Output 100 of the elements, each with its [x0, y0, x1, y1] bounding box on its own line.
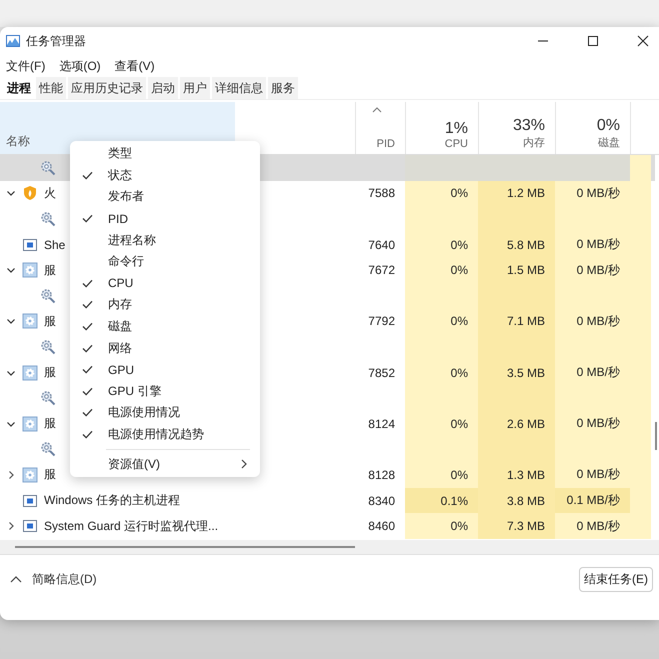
table-cell-text: 8124: [367, 416, 396, 433]
gear-icon: [22, 416, 38, 432]
chevron-right-icon[interactable]: [6, 470, 16, 480]
chevron-down-icon[interactable]: [6, 316, 16, 326]
details-toggle[interactable]: 简略信息(D): [6, 570, 101, 588]
tab[interactable]: 启动: [148, 77, 178, 99]
table-cell: 1.2 MB: [478, 180, 555, 206]
process-name: 服: [44, 415, 56, 432]
menu-item[interactable]: 电源使用情况趋势: [70, 424, 260, 446]
chevron-right-icon[interactable]: [6, 521, 16, 532]
column-header[interactable]: 33% 内存: [478, 102, 555, 154]
menu-item[interactable]: 内存: [70, 294, 260, 316]
menu-item[interactable]: CPU: [70, 272, 260, 294]
tab[interactable]: 用户: [180, 77, 210, 99]
gear-icon: [22, 262, 38, 278]
gear-magnifier-icon: [40, 390, 56, 406]
menu-item[interactable]: 磁盘: [70, 316, 260, 338]
process-name: 火: [44, 184, 56, 202]
table-cell: 0 MB/秒: [555, 232, 630, 258]
table-cell-text: 7792: [367, 313, 396, 330]
gear-magnifier-icon: [40, 210, 56, 227]
table-cell: 0.1 MB/秒: [555, 488, 630, 514]
table-cell: 0 MB/秒: [555, 462, 630, 488]
process-name: 服: [44, 466, 56, 484]
tab[interactable]: 应用历史记录: [68, 77, 146, 99]
table-cell-text: 7672: [367, 262, 396, 280]
tab[interactable]: 服务: [268, 77, 298, 99]
process-name: 服: [44, 312, 56, 330]
table-cell-text: 7640: [367, 236, 396, 254]
table-cell: 0 MB/秒: [555, 308, 630, 334]
gear-magnifier-icon: [40, 160, 56, 176]
table-cell: 0%: [405, 180, 478, 206]
chevron-up-icon: [10, 575, 22, 583]
close-icon[interactable]: [637, 35, 649, 47]
table-cell: 0 MB/秒: [555, 360, 630, 386]
table-cell: 0.1%: [405, 488, 478, 514]
menu-item[interactable]: 电源使用情况: [70, 402, 260, 424]
chart-icon: [6, 35, 20, 47]
table-cell-text: 8460: [367, 518, 396, 536]
column-header[interactable]: PID: [355, 102, 405, 154]
process-name: 服: [44, 262, 56, 279]
maximize-icon[interactable]: [587, 35, 599, 47]
table-cell: [630, 155, 651, 181]
table-cell: 3.8 MB: [478, 488, 555, 514]
table-cell: 0%: [405, 308, 478, 334]
menu-item[interactable]: 网络: [70, 337, 260, 359]
menu-item[interactable]: 命令行: [70, 250, 260, 273]
process-name: Windows 任务的主机进程: [44, 492, 180, 510]
process-name: System Guard 运行时监视代理...: [44, 518, 218, 535]
column-header[interactable]: 1% CPU: [405, 102, 478, 154]
table-cell-text: 7588: [367, 185, 396, 202]
menu-item[interactable]: 文件(F): [6, 58, 46, 74]
gear-magnifier-icon: [40, 441, 56, 458]
chevron-right-icon: [240, 459, 248, 470]
table-cell: 3.5 MB: [478, 360, 555, 386]
menu-item[interactable]: GPU 引擎: [70, 380, 260, 402]
menu-item[interactable]: 资源值(V): [70, 453, 260, 475]
tab[interactable]: 详细信息: [212, 77, 266, 99]
gear-icon: [22, 466, 38, 483]
menu-item[interactable]: GPU: [70, 358, 260, 381]
table-cell: 0 MB/秒: [555, 257, 630, 283]
column-header[interactable]: 0% 磁盘: [555, 102, 630, 154]
table-cell: 0 MB/秒: [555, 180, 630, 206]
table-cell: 7.3 MB: [478, 513, 555, 539]
app-window-icon: [22, 492, 38, 509]
table-cell: 0%: [405, 462, 478, 488]
menu-item[interactable]: 查看(V): [114, 58, 155, 74]
menu-item[interactable]: 发布者: [70, 186, 260, 208]
table-cell: 0%: [405, 513, 478, 539]
app-window-icon: [22, 236, 38, 253]
process-name: She: [44, 238, 66, 252]
menu-item[interactable]: PID: [70, 208, 260, 230]
menu-item[interactable]: 状态: [70, 164, 260, 186]
shield-icon: [22, 185, 38, 202]
menu-item[interactable]: 选项(O): [59, 58, 101, 74]
table-cell: 1.5 MB: [478, 257, 555, 283]
table-cell: 1.3 MB: [478, 462, 555, 488]
chevron-down-icon[interactable]: [6, 265, 16, 276]
table-cell: 0%: [405, 232, 478, 258]
app-window-icon: [22, 518, 38, 534]
table-cell-text: 8128: [367, 466, 396, 484]
scrollbar-thumb[interactable]: [655, 422, 657, 450]
gear-icon: [22, 364, 38, 381]
table-cell: 0 MB/秒: [555, 513, 630, 539]
table-cell: 2.6 MB: [478, 410, 555, 437]
table-cell: 0%: [405, 410, 478, 437]
tab[interactable]: 性能: [36, 77, 66, 99]
gear-magnifier-icon: [40, 338, 56, 355]
table-cell: 0 MB/秒: [555, 410, 630, 437]
gear-icon: [22, 313, 38, 330]
chevron-down-icon[interactable]: [6, 188, 16, 198]
table-cell: 5.8 MB: [478, 232, 555, 258]
table-cell-text: 7852: [367, 364, 396, 382]
scrollbar-thumb[interactable]: [15, 546, 355, 548]
menu-item[interactable]: 进程名称: [70, 229, 260, 251]
end-task-button[interactable]: 结束任务(E): [579, 566, 653, 592]
window-title: 任务管理器: [26, 32, 86, 50]
table-cell: 0%: [405, 257, 478, 283]
process-name: 服: [44, 364, 56, 382]
table-cell: 0%: [405, 360, 478, 386]
